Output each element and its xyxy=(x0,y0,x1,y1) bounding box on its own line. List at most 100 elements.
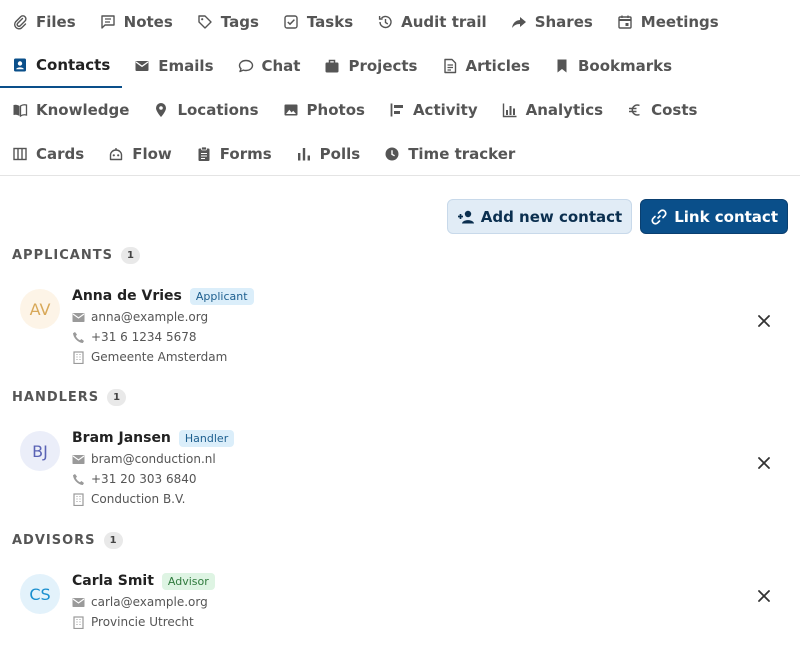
remove-contact-button[interactable] xyxy=(752,451,776,475)
tab-costs[interactable]: Costs xyxy=(615,88,709,132)
section-count-badge: 1 xyxy=(107,388,127,406)
tab-contacts[interactable]: Contacts xyxy=(0,44,123,88)
organization-text: Gemeente Amsterdam xyxy=(91,350,228,364)
email-icon xyxy=(134,58,150,74)
contact-name-line: Carla Smit Advisor xyxy=(72,570,215,592)
tab-label: Chat xyxy=(261,57,301,75)
tab-label: Costs xyxy=(651,101,698,119)
contact-name-line: Bram Jansen Handler xyxy=(72,427,235,449)
email-text: bram@conduction.nl xyxy=(91,452,216,466)
tab-tasks[interactable]: Tasks xyxy=(271,0,365,44)
contact-name: Carla Smit xyxy=(72,573,154,589)
tab-tags[interactable]: Tags xyxy=(185,0,271,44)
tab-flow[interactable]: Flow xyxy=(96,132,184,176)
tab-photos[interactable]: Photos xyxy=(271,88,377,132)
tab-cards[interactable]: Cards xyxy=(0,132,96,176)
section-count-badge: 1 xyxy=(120,246,140,264)
remove-contact-button[interactable] xyxy=(752,584,776,608)
history-icon xyxy=(377,14,393,30)
tab-label: Flow xyxy=(132,145,172,163)
poll-icon xyxy=(296,146,312,162)
tab-label: Knowledge xyxy=(36,101,130,119)
building-icon xyxy=(72,615,85,629)
tab-projects[interactable]: Projects xyxy=(312,44,429,88)
section-header: APPLICANTS 1 xyxy=(12,245,788,265)
add-user-icon xyxy=(457,210,474,223)
tab-bookmarks[interactable]: Bookmarks xyxy=(542,44,684,88)
tab-knowledge[interactable]: Knowledge xyxy=(0,88,141,132)
tab-bar: Files Notes Tags Tasks Audit trail Share… xyxy=(0,0,800,176)
contact-actions: Add new contact Link contact xyxy=(446,199,788,234)
tab-chat[interactable]: Chat xyxy=(226,44,313,88)
tab-label: Contacts xyxy=(36,56,111,74)
tab-emails[interactable]: Emails xyxy=(122,44,225,88)
tab-articles[interactable]: Articles xyxy=(430,44,542,88)
tab-label: Notes xyxy=(123,13,173,31)
briefcase-icon xyxy=(324,58,340,74)
tab-label: Polls xyxy=(319,145,361,163)
tab-label: Files xyxy=(36,13,76,31)
contact-name: Anna de Vries xyxy=(72,288,182,304)
tab-analytics[interactable]: Analytics xyxy=(490,88,615,132)
clipboard-icon xyxy=(196,146,212,162)
tab-shares[interactable]: Shares xyxy=(499,0,605,44)
contact-name: Bram Jansen xyxy=(72,430,171,446)
section-title: HANDLERS xyxy=(12,389,100,405)
section-header: HANDLERS 1 xyxy=(12,387,788,407)
applicants-section: APPLICANTS 1 AV Anna de Vries Applicant … xyxy=(12,245,788,369)
tab-activity[interactable]: Activity xyxy=(377,88,490,132)
role-badge: Applicant xyxy=(189,287,254,305)
avatar: CS xyxy=(20,574,60,614)
tab-row-3: Knowledge Locations Photos Activity Anal… xyxy=(0,88,709,132)
avatar-initials: BJ xyxy=(32,441,48,461)
share-icon xyxy=(511,14,527,30)
close-icon xyxy=(758,457,770,469)
robot-icon xyxy=(108,146,124,162)
phone-text: +31 20 303 6840 xyxy=(91,472,197,486)
tab-time-tracker[interactable]: Time tracker xyxy=(372,132,527,176)
tab-locations[interactable]: Locations xyxy=(141,88,270,132)
link-icon xyxy=(651,208,667,225)
contact-phone: +31 6 1234 5678 xyxy=(72,327,254,347)
email-text: carla@example.org xyxy=(91,595,208,609)
phone-text: +31 6 1234 5678 xyxy=(91,330,197,344)
contact-info: Carla Smit Advisor carla@example.org Pro… xyxy=(72,570,215,632)
calendar-icon xyxy=(617,14,633,30)
role-badge: Handler xyxy=(178,429,235,447)
tab-meetings[interactable]: Meetings xyxy=(605,0,731,44)
tab-files[interactable]: Files xyxy=(0,0,88,44)
close-icon xyxy=(758,590,770,602)
columns-icon xyxy=(12,146,28,162)
bar-chart-icon xyxy=(502,102,518,118)
tab-polls[interactable]: Polls xyxy=(284,132,373,176)
section-header: ADVISORS 1 xyxy=(12,530,788,550)
section-count-badge: 1 xyxy=(103,531,123,549)
building-icon xyxy=(72,492,85,506)
tab-notes[interactable]: Notes xyxy=(88,0,185,44)
tab-forms[interactable]: Forms xyxy=(184,132,284,176)
tab-audit-trail[interactable]: Audit trail xyxy=(365,0,499,44)
map-pin-icon xyxy=(153,102,169,118)
avatar-initials: AV xyxy=(29,299,51,319)
tab-row-2: Contacts Emails Chat Projects Articles B… xyxy=(0,44,684,88)
tab-label: Bookmarks xyxy=(577,57,673,75)
tab-label: Time tracker xyxy=(408,145,516,163)
avatar-initials: CS xyxy=(29,584,51,604)
tab-label: Tasks xyxy=(306,13,354,31)
handlers-section: HANDLERS 1 BJ Bram Jansen Handler bram@c… xyxy=(12,387,788,511)
remove-contact-button[interactable] xyxy=(752,309,776,333)
phone-icon xyxy=(72,473,85,486)
link-contact-button[interactable]: Link contact xyxy=(640,199,788,234)
add-new-contact-button[interactable]: Add new contact xyxy=(446,199,633,234)
organization-text: Conduction B.V. xyxy=(91,492,186,506)
tab-label: Locations xyxy=(177,101,259,119)
contact-info: Anna de Vries Applicant anna@example.org… xyxy=(72,285,254,367)
checkbox-icon xyxy=(283,14,299,30)
tab-label: Projects xyxy=(348,57,418,75)
close-icon xyxy=(758,315,770,327)
tab-label: Activity xyxy=(412,101,478,119)
contact-organization: Gemeente Amsterdam xyxy=(72,347,254,367)
bookmark-icon xyxy=(554,58,570,74)
email-icon xyxy=(72,311,85,324)
note-icon xyxy=(100,14,116,30)
